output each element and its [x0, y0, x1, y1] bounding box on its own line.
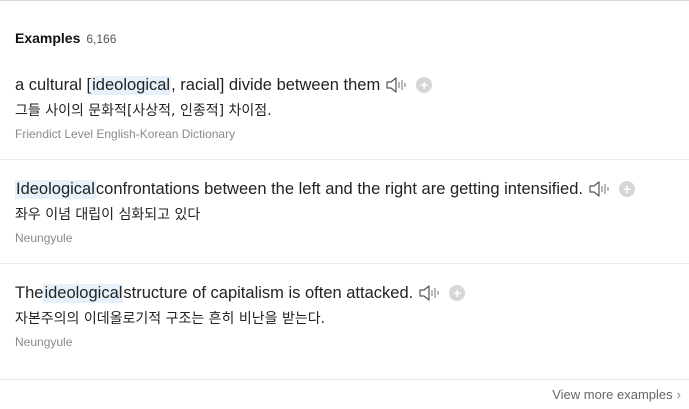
speaker-icon[interactable]: [418, 283, 442, 303]
divider: [0, 159, 689, 160]
example-sentence: a cultural [ideological, racial] divide …: [15, 74, 689, 96]
view-more-examples-link[interactable]: View more examples ›: [552, 387, 681, 402]
example-source: Neungyule: [15, 335, 73, 349]
highlighted-keyword: ideological: [43, 283, 124, 303]
divider: [0, 263, 689, 264]
example-translation: 좌우 이념 대립이 심화되고 있다: [15, 207, 201, 223]
example-translation: 자본주의의 이데올로기적 구조는 흔히 비난을 받는다.: [15, 311, 326, 327]
sentence-text: The: [15, 283, 44, 302]
sentence-text: structure of capitalism is often attacke…: [123, 283, 414, 302]
example-sentence: Ideological confrontations between the l…: [15, 178, 689, 200]
example-item: Ideological confrontations between the l…: [15, 178, 689, 245]
example-item: The ideological structure of capitalism …: [15, 282, 689, 349]
add-icon[interactable]: +: [618, 181, 635, 197]
speaker-icon[interactable]: [385, 75, 409, 95]
example-sentence: The ideological structure of capitalism …: [15, 282, 689, 304]
highlighted-keyword: Ideological: [15, 179, 96, 199]
highlighted-keyword: ideological: [91, 75, 172, 95]
example-source: Neungyule: [15, 231, 73, 245]
examples-count: 6,166: [86, 32, 117, 46]
sentence-text: confrontations between the left and the …: [95, 179, 583, 198]
example-item: a cultural [ideological, racial] divide …: [15, 74, 689, 141]
sentence-text: a cultural [: [15, 75, 92, 94]
examples-title: Examples: [15, 30, 81, 46]
examples-header: Examples 6,166: [15, 30, 116, 46]
example-translation: 그들 사이의 문화적[사상적, 인종적] 차이점.: [15, 103, 272, 119]
add-icon[interactable]: +: [449, 285, 466, 301]
sentence-text: , racial] divide between them: [171, 75, 381, 94]
examples-panel: Examples 6,166 a cultural [ideological, …: [0, 0, 689, 409]
view-more-label[interactable]: View more examples: [552, 387, 672, 402]
speaker-icon[interactable]: [588, 179, 612, 199]
example-source: Friendict Level English-Korean Dictionar…: [15, 127, 236, 141]
divider: [0, 379, 689, 380]
add-icon[interactable]: +: [416, 77, 433, 93]
chevron-right-icon: ›: [676, 387, 681, 402]
